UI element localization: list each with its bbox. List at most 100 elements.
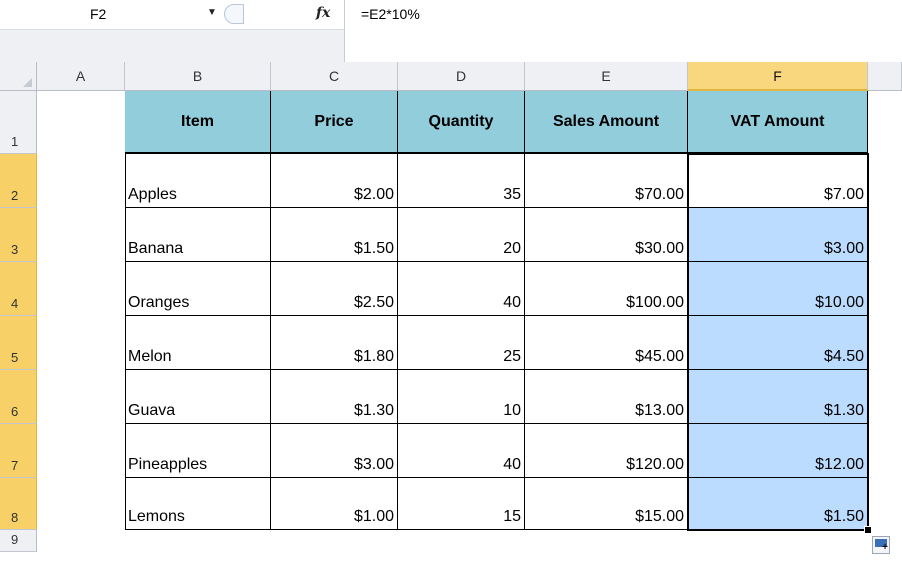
cell-value: Guava bbox=[128, 402, 176, 419]
cell-value: $100.00 bbox=[626, 294, 684, 311]
cell-value: 35 bbox=[503, 186, 521, 203]
cell-value: $12.00 bbox=[815, 456, 864, 473]
cell-value: $70.00 bbox=[635, 186, 684, 203]
cell-value: $1.30 bbox=[353, 402, 394, 419]
table-cell[interactable]: Guava bbox=[125, 370, 271, 424]
name-box-value[interactable]: F2 bbox=[90, 6, 106, 22]
column-header-a[interactable]: A bbox=[37, 62, 125, 91]
row-header-8[interactable]: 8 bbox=[0, 478, 37, 530]
table-header-cell[interactable]: Price bbox=[271, 91, 398, 154]
table-cell[interactable]: $30.00 bbox=[525, 208, 688, 262]
table-cell[interactable]: 35 bbox=[398, 154, 525, 208]
cell-value: $15.00 bbox=[635, 508, 684, 525]
fill-handle[interactable] bbox=[864, 526, 872, 534]
cell-value: $13.00 bbox=[635, 402, 684, 419]
cell-value: 10 bbox=[503, 402, 521, 419]
row-header-1[interactable]: 1 bbox=[0, 91, 37, 154]
formula-input[interactable]: =E2*10% bbox=[344, 0, 902, 62]
cell-value: 25 bbox=[503, 348, 521, 365]
table-cell[interactable]: $10.00 bbox=[688, 262, 868, 316]
row-header-6[interactable]: 6 bbox=[0, 370, 37, 424]
table-cell[interactable]: 25 bbox=[398, 316, 525, 370]
table-cell[interactable]: $1.50 bbox=[271, 208, 398, 262]
worksheet-grid: ABCDEF 1 2 3 4 5 6 7 8 9 Item Price Quantity Sales … bbox=[0, 62, 902, 562]
table-cell[interactable]: $13.00 bbox=[525, 370, 688, 424]
table-cell[interactable]: Lemons bbox=[125, 478, 271, 530]
table-cell[interactable]: $15.00 bbox=[525, 478, 688, 530]
table-cell[interactable]: 10 bbox=[398, 370, 525, 424]
table-cell[interactable]: 15 bbox=[398, 478, 525, 530]
cell-value: $1.50 bbox=[353, 240, 394, 257]
formula-text[interactable]: =E2*10% bbox=[361, 6, 420, 22]
row-header-7[interactable]: 7 bbox=[0, 424, 37, 478]
cell-value: $2.00 bbox=[353, 186, 394, 203]
cell-value: $1.30 bbox=[823, 402, 864, 419]
cell-value: Oranges bbox=[128, 294, 190, 311]
table-cell[interactable]: $1.80 bbox=[271, 316, 398, 370]
table-cell[interactable]: $4.50 bbox=[688, 316, 868, 370]
table-cell[interactable]: $3.00 bbox=[271, 424, 398, 478]
cell-value: 40 bbox=[503, 294, 521, 311]
column-header-b[interactable]: B bbox=[125, 62, 271, 91]
cell-value: $1.50 bbox=[823, 508, 864, 525]
row-header-2[interactable]: 2 bbox=[0, 154, 37, 208]
table-header-cell[interactable]: VAT Amount bbox=[688, 91, 868, 154]
table-cell[interactable]: $100.00 bbox=[525, 262, 688, 316]
column-header-c[interactable]: C bbox=[271, 62, 398, 91]
name-box[interactable]: F2 ▼ bbox=[0, 0, 225, 29]
column-header-f[interactable]: F bbox=[688, 62, 868, 91]
select-all-button[interactable] bbox=[0, 62, 37, 91]
row-header-9[interactable]: 9 bbox=[0, 530, 37, 552]
cell-value: $3.00 bbox=[823, 240, 864, 257]
cell-value: $120.00 bbox=[626, 456, 684, 473]
row-header-3[interactable]: 3 bbox=[0, 208, 37, 262]
cell-value: 20 bbox=[503, 240, 521, 257]
cell-value: Banana bbox=[128, 240, 184, 257]
table-cell[interactable]: Melon bbox=[125, 316, 271, 370]
cell-value: Pineapples bbox=[128, 456, 208, 473]
table-cell[interactable]: $1.30 bbox=[688, 370, 868, 424]
cell-value: 40 bbox=[503, 456, 521, 473]
cell-value: $30.00 bbox=[635, 240, 684, 257]
auto-fill-options-icon[interactable]: + bbox=[872, 536, 890, 554]
table-cell[interactable]: 40 bbox=[398, 262, 525, 316]
table-cell[interactable]: Oranges bbox=[125, 262, 271, 316]
table-cell[interactable]: 20 bbox=[398, 208, 525, 262]
table-cell[interactable]: $2.50 bbox=[271, 262, 398, 316]
table-cell[interactable]: Pineapples bbox=[125, 424, 271, 478]
table-cell[interactable]: $3.00 bbox=[688, 208, 868, 262]
cell-value: Apples bbox=[128, 186, 177, 203]
row-number: 9 bbox=[11, 532, 19, 547]
row-number: 6 bbox=[11, 404, 19, 419]
cell-value: $10.00 bbox=[815, 294, 864, 311]
table-cell[interactable]: $12.00 bbox=[688, 424, 868, 478]
table-cell[interactable]: $120.00 bbox=[525, 424, 688, 478]
column-header-e[interactable]: E bbox=[525, 62, 688, 91]
table-cell[interactable]: $1.50 bbox=[688, 478, 868, 530]
row-number: 1 bbox=[11, 134, 19, 149]
table-header-cell[interactable]: Sales Amount bbox=[525, 91, 688, 154]
table-cell[interactable]: $7.00 bbox=[688, 154, 868, 208]
row-number: 5 bbox=[11, 350, 19, 365]
table-cell[interactable]: $1.00 bbox=[271, 478, 398, 530]
table-header-cell[interactable]: Item bbox=[125, 91, 271, 154]
table-cell[interactable]: $70.00 bbox=[525, 154, 688, 208]
column-header-filler bbox=[868, 62, 902, 91]
row-header-4[interactable]: 4 bbox=[0, 262, 37, 316]
cell-value: $45.00 bbox=[635, 348, 684, 365]
column-header-d[interactable]: D bbox=[398, 62, 525, 91]
row-header-5[interactable]: 5 bbox=[0, 316, 37, 370]
table-cell[interactable]: $2.00 bbox=[271, 154, 398, 208]
table-cell[interactable]: Apples bbox=[125, 154, 271, 208]
table-cell[interactable]: $45.00 bbox=[525, 316, 688, 370]
fx-icon[interactable]: fx bbox=[316, 5, 330, 21]
row-number: 8 bbox=[11, 510, 19, 525]
cell-value: 15 bbox=[503, 508, 521, 525]
row-number: 4 bbox=[11, 296, 19, 311]
table-cell[interactable]: $1.30 bbox=[271, 370, 398, 424]
table-cell[interactable]: 40 bbox=[398, 424, 525, 478]
chevron-down-icon[interactable]: ▼ bbox=[207, 7, 217, 18]
table-cell[interactable]: Banana bbox=[125, 208, 271, 262]
table-header-cell[interactable]: Quantity bbox=[398, 91, 525, 154]
cell-value: Melon bbox=[128, 348, 172, 365]
